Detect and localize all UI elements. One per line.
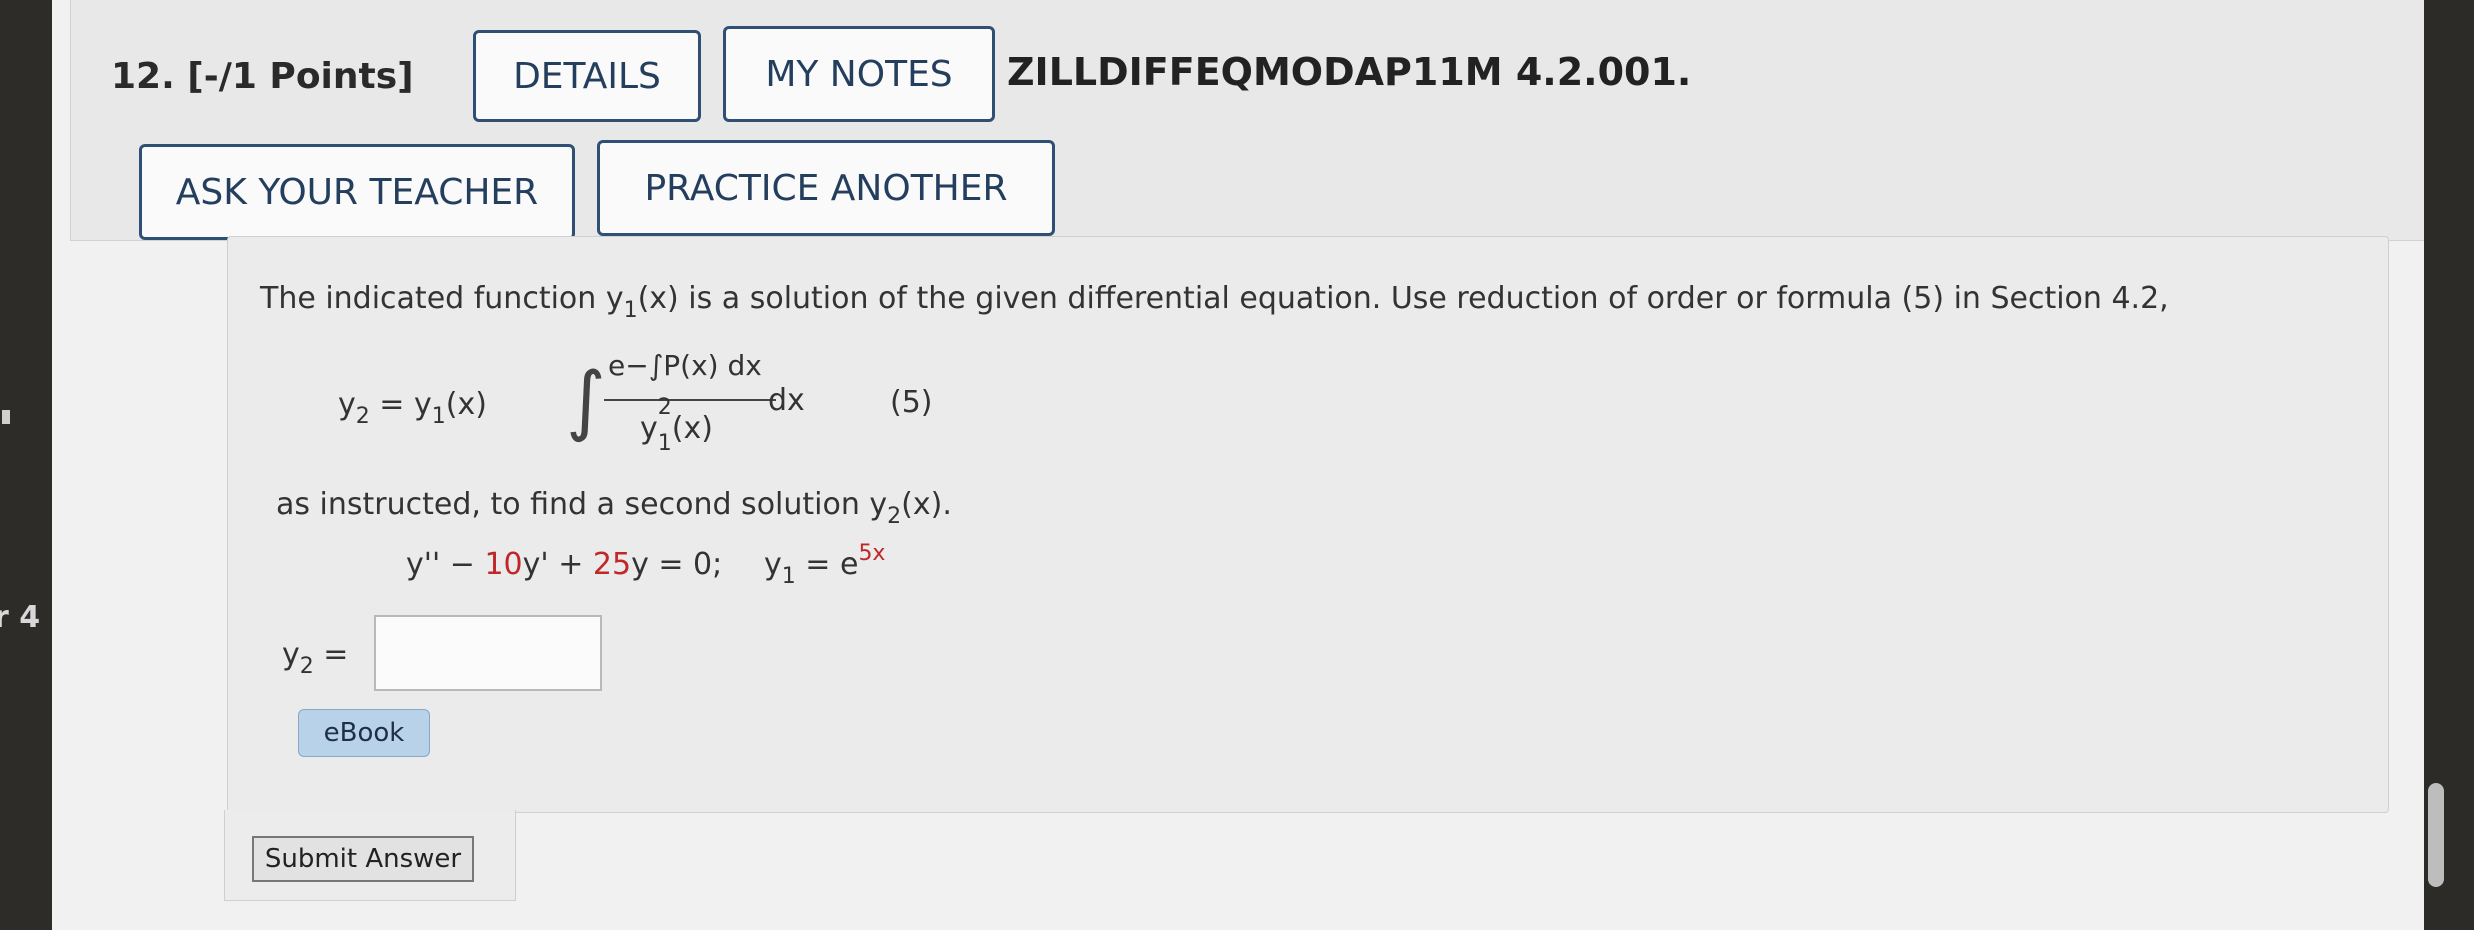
answer-label: y2 =: [282, 637, 349, 679]
scrollbar-thumb[interactable]: [2428, 783, 2444, 887]
fraction-bar: [604, 399, 776, 401]
question-header: 12. [-/1 Points] DETAILS MY NOTES ZILLDI…: [70, 0, 2432, 241]
edge-text: r 4: [0, 600, 41, 635]
formula-number: (5): [890, 385, 933, 420]
formula-denominator: y 2 1(x): [640, 395, 713, 456]
ebook-button[interactable]: eBook: [298, 709, 430, 757]
left-background: [0, 0, 60, 930]
answer-input[interactable]: [374, 615, 602, 691]
practice-another-button[interactable]: PRACTICE ANOTHER: [597, 140, 1055, 236]
ask-teacher-button[interactable]: ASK YOUR TEACHER: [139, 144, 575, 240]
submit-answer-button[interactable]: Submit Answer: [252, 836, 474, 882]
question-content: The indicated function y1(x) is a soluti…: [227, 236, 2389, 813]
given-solution: y1 = e5x: [764, 541, 886, 589]
formula-dx: dx: [768, 383, 805, 418]
question-page: 12. [-/1 Points] DETAILS MY NOTES ZILLDI…: [52, 0, 2432, 930]
edge-mark: [2, 410, 10, 424]
my-notes-button[interactable]: MY NOTES: [723, 26, 995, 122]
problem-intro: The indicated function y1(x) is a soluti…: [260, 281, 2169, 323]
details-button[interactable]: DETAILS: [473, 30, 701, 122]
question-title: 12. [-/1 Points]: [111, 56, 414, 97]
problem-instruction: as instructed, to find a second solution…: [276, 487, 952, 529]
formula-numerator: e−∫P(x) dx: [608, 349, 762, 382]
question-code: ZILLDIFFEQMODAP11M 4.2.001.: [1007, 50, 1692, 94]
integral-sign: ∫: [566, 355, 606, 444]
formula-lhs: y2 = y1(x): [338, 387, 487, 429]
differential-equation: y'' − 10y' + 25y = 0;: [406, 547, 723, 582]
